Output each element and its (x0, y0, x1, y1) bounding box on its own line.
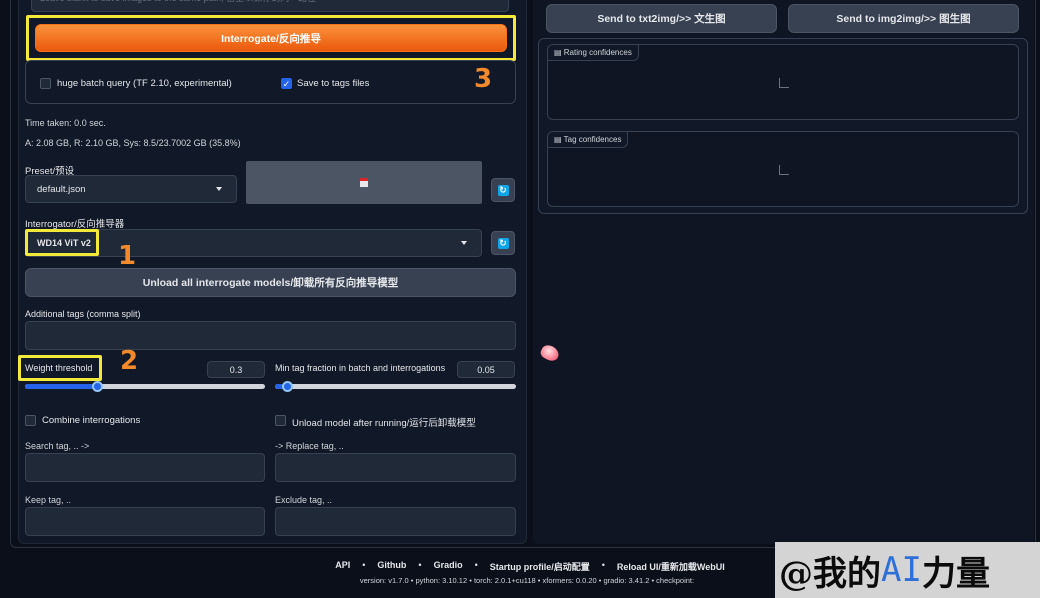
rating-confidences-text: Rating confidences (563, 48, 632, 57)
time-taken: Time taken: 0.0 sec. (25, 118, 106, 128)
keep-tag-label: Keep tag, .. (25, 495, 72, 505)
send-img2img-button[interactable]: Send to img2img/>> 图生图 (788, 4, 1019, 33)
min-tag-fraction-value[interactable]: 0.05 (457, 361, 515, 378)
weight-threshold-fill (25, 384, 97, 389)
memory-stats: A: 2.08 GB, R: 2.10 GB, Sys: 8.5/23.7002… (25, 138, 241, 148)
chevron-down-icon (461, 241, 467, 245)
chart-small-icon: ▤ (554, 48, 564, 57)
marker-3: 3 (474, 64, 493, 94)
search-tag-input[interactable] (25, 453, 265, 482)
chart-small-icon: ▤ (554, 135, 564, 144)
marker-2: 2 (120, 346, 139, 376)
save-tags-label: Save to tags files (297, 78, 370, 89)
search-tag-label: Search tag, .. -> (25, 441, 90, 451)
weight-threshold-value[interactable]: 0.3 (207, 361, 265, 378)
interrogator-label: Interrogator/反向推导器 (25, 219, 125, 230)
save-tags-checkbox[interactable]: ✓ (281, 78, 292, 89)
replace-tag-label: -> Replace tag, .. (275, 441, 344, 451)
preset-value: default.json (37, 183, 86, 195)
bar-chart-icon (779, 78, 789, 88)
bar-chart-icon (779, 165, 789, 175)
unload-after-checkbox[interactable] (275, 415, 286, 426)
footer-separator: • (362, 560, 366, 570)
watermark-prefix: @我的 (779, 553, 881, 594)
chevron-down-icon (216, 187, 222, 191)
min-tag-fraction-label: Min tag fraction in batch and interrogat… (275, 363, 446, 373)
footer-separator: • (418, 560, 422, 570)
tag-confidences-text: Tag confidences (563, 135, 622, 144)
rating-confidences-label: ▤ Rating confidences (548, 45, 639, 61)
tag-confidences-label: ▤ Tag confidences (548, 132, 629, 148)
unload-models-label: Unload all interrogate models/卸载所有反向推导模型 (142, 277, 399, 289)
floppy-disk-icon (360, 178, 368, 187)
interrogate-button[interactable]: Interrogate/反向推导 (35, 24, 507, 52)
combine-label: Combine interrogations (42, 415, 141, 426)
output-path-textarea[interactable]: Leave blank to save images to the same p… (31, 0, 509, 12)
refresh-icon: ↻ (497, 237, 509, 249)
footer-link[interactable]: Gradio (434, 560, 463, 573)
unload-models-button[interactable]: Unload all interrogate models/卸载所有反向推导模型 (25, 268, 516, 297)
send-txt2img-button[interactable]: Send to txt2img/>> 文生图 (546, 4, 777, 33)
weight-threshold-thumb[interactable] (92, 381, 103, 392)
weight-threshold-slider[interactable] (25, 381, 265, 392)
footer-link[interactable]: API (335, 560, 350, 573)
footer-link[interactable]: Reload UI/重新加载WebUI (617, 560, 725, 573)
exclude-tag-input[interactable] (275, 507, 516, 536)
min-tag-fraction-slider[interactable] (275, 381, 516, 392)
weight-threshold-label: Weight threshold (25, 363, 93, 373)
highlight-box-1 (25, 229, 99, 256)
replace-tag-input[interactable] (275, 453, 516, 482)
min-tag-fraction-thumb[interactable] (282, 381, 293, 392)
footer-separator: • (474, 560, 478, 570)
additional-tags-label: Additional tags (comma split) (25, 309, 141, 319)
watermark: @我的 AI 力量 (775, 542, 1040, 598)
huge-batch-label: huge batch query (TF 2.10, experimental) (57, 78, 232, 89)
refresh-interrogator-button[interactable]: ↻ (491, 231, 515, 255)
huge-batch-checkbox[interactable] (40, 78, 51, 89)
marker-1: 1 (118, 241, 137, 271)
unload-after-label: Unload model after running/运行后卸载模型 (292, 418, 476, 429)
additional-tags-input[interactable] (25, 321, 516, 350)
preset-dropdown[interactable]: default.json (25, 175, 237, 203)
watermark-suffix: 力量 (921, 553, 990, 594)
save-preset-button[interactable] (246, 161, 482, 204)
watermark-ai: AI (881, 550, 922, 590)
refresh-preset-button[interactable]: ↻ (491, 178, 515, 202)
footer-link[interactable]: Github (377, 560, 406, 573)
tag-confidences-box: ▤ Tag confidences (547, 131, 1019, 207)
refresh-icon: ↻ (497, 184, 509, 196)
exclude-tag-label: Exclude tag, .. (275, 495, 333, 505)
interrogate-button-label: Interrogate/反向推导 (221, 32, 321, 45)
send-txt2img-label: Send to txt2img/>> 文生图 (597, 13, 726, 25)
combine-checkbox[interactable] (25, 415, 36, 426)
keep-tag-input[interactable] (25, 507, 265, 536)
send-img2img-label: Send to img2img/>> 图生图 (836, 13, 971, 25)
footer-link[interactable]: Startup profile/启动配置 (490, 560, 590, 573)
rating-confidences-box: ▤ Rating confidences (547, 44, 1019, 120)
footer-separator: • (601, 560, 605, 570)
